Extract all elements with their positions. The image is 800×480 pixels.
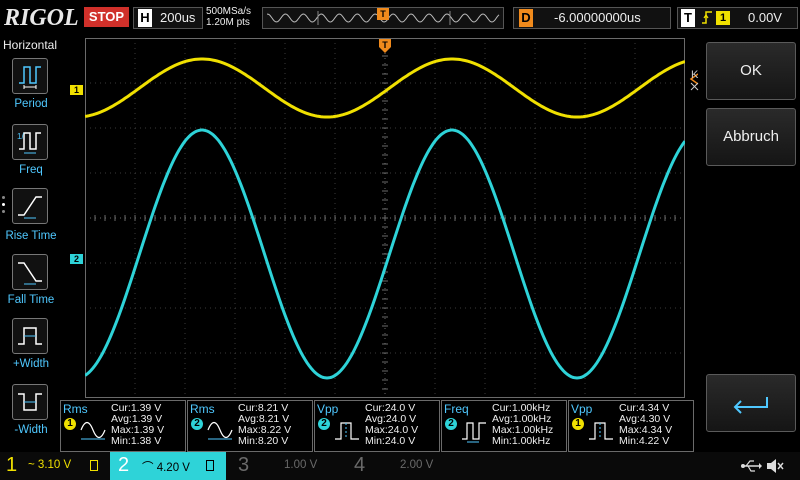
measurement-freq-ch2[interactable]: Freq 2 Cur:1.00kHz Avg:1.00kHz Max:1.00k… [441, 400, 567, 452]
measurement-rms-ch2[interactable]: Rms 2 Cur:8.21 V Avg:8.21 V Max:8.22 V M… [187, 400, 313, 452]
enter-icon [733, 397, 768, 414]
channel-number: 4 [354, 454, 366, 476]
channel-chip: 2 [318, 418, 330, 430]
memory-position-strip[interactable]: T [262, 7, 504, 29]
measurement-vpp-ch1[interactable]: Vpp 1 Cur:4.34 V Avg:4.30 V Max:4.34 V M… [568, 400, 694, 452]
waveform-display[interactable] [84, 37, 687, 399]
top-status-bar: RIGOL STOP H 200us 500MSa/s 1.20M pts T … [0, 0, 800, 38]
channel-chip: 2 [191, 418, 203, 430]
channel-3-status[interactable]: 3 1.00 V [226, 452, 344, 480]
measurement-min: Min:24.0 V [365, 435, 416, 447]
period-icon [19, 66, 41, 89]
rise-time-button[interactable] [12, 188, 48, 224]
timebase-label: H [138, 9, 152, 27]
period-button[interactable] [12, 58, 48, 94]
sound-muted-icon[interactable] [766, 458, 784, 474]
positive-width-button[interactable] [12, 318, 48, 354]
delay-box[interactable]: D -6.00000000us [513, 7, 671, 29]
timebase-value: 200us [160, 10, 196, 25]
close-icon[interactable]: K [690, 64, 700, 94]
ok-label: OK [740, 62, 762, 79]
measurement-name: Rms [190, 402, 215, 416]
channel-2-status[interactable]: 2 ⌒ 4.20 V [110, 452, 226, 480]
scroll-indicator [2, 196, 6, 220]
pulse-icon [589, 422, 613, 440]
cancel-label: Abbruch [723, 128, 779, 145]
sample-rate: 500MSa/s [206, 6, 252, 17]
channel-chip: 2 [445, 418, 457, 430]
measurement-name: Freq [444, 402, 469, 416]
delay-label: D [519, 9, 533, 27]
rising-edge-icon [700, 9, 714, 30]
horizontal-measure-menu: Horizontal Period 1/ Freq Rise Time Fall… [0, 38, 62, 450]
channel-number: 2 [118, 454, 130, 476]
frequency-button[interactable]: 1/ [12, 124, 48, 160]
sine-icon [207, 421, 233, 440]
channel-chip: 1 [572, 418, 584, 430]
channel-4-status[interactable]: 4 2.00 V [344, 452, 464, 480]
pulse-icon [335, 422, 359, 440]
positive-width-icon [18, 327, 42, 345]
measurement-min: Min:4.22 V [619, 435, 670, 447]
enter-button[interactable] [706, 374, 796, 432]
positive-width-label: +Width [12, 358, 50, 370]
fall-time-icon [18, 262, 42, 285]
graticule [84, 37, 687, 399]
channel-scale: ⌒ 4.20 V [142, 462, 190, 474]
channel-chip: 1 [64, 418, 76, 430]
channel-number: 1 [6, 454, 18, 476]
measurement-rms-ch1[interactable]: Rms 1 Cur:1.39 V Avg:1.39 V Max:1.39 V M… [60, 400, 186, 452]
trigger-time-marker: T [379, 39, 391, 53]
channel-1-status[interactable]: 1 ~ 3.10 V [0, 452, 110, 480]
dialog-panel: K OK Abbruch [690, 38, 800, 450]
channel-2-offset-marker[interactable]: 2 [70, 254, 83, 264]
channel-scale: 2.00 V [400, 459, 434, 471]
sine-icon [80, 421, 106, 440]
coupling-icon [90, 460, 98, 471]
menu-title: Horizontal [3, 38, 58, 52]
cancel-button[interactable]: Abbruch [706, 108, 796, 166]
trigger-source: 1 [716, 11, 730, 25]
channel-number: 3 [238, 454, 250, 476]
trigger-label: T [681, 9, 695, 27]
measurement-min: Min:1.00kHz [492, 435, 551, 447]
frequency-label: Freq [19, 164, 43, 176]
negative-width-label: -Width [14, 424, 48, 436]
trigger-position-marker: T [377, 8, 389, 20]
measurement-name: Rms [63, 402, 88, 416]
acquisition-info: 500MSa/s 1.20M pts [206, 6, 251, 28]
channel-1-offset-marker[interactable]: 1 [70, 85, 83, 95]
delay-value: -6.00000000us [554, 10, 641, 25]
measurement-name: Vpp [571, 402, 593, 416]
svg-text:K: K [691, 69, 699, 81]
run-stop-status[interactable]: STOP [84, 7, 129, 27]
measurement-name: Vpp [317, 402, 339, 416]
rise-time-icon [18, 196, 42, 219]
fall-time-label: Fall Time [7, 294, 55, 306]
timebase-box[interactable]: H 200us [133, 7, 203, 29]
channel-scale: 1.00 V [284, 459, 318, 471]
svg-text:T: T [382, 40, 388, 50]
trigger-box[interactable]: T 1 0.00V [677, 7, 798, 29]
rise-time-label: Rise Time [5, 230, 57, 242]
period-label: Period [14, 98, 48, 110]
channel-scale: ~ 3.10 V [28, 459, 72, 471]
measurement-min: Min:8.20 V [238, 435, 289, 447]
trigger-level: 0.00V [748, 10, 782, 25]
usb-icon [740, 458, 762, 474]
measurement-min: Min:1.38 V [111, 435, 162, 447]
coupling-icon [206, 460, 214, 471]
frequency-icon [462, 422, 486, 443]
ok-button[interactable]: OK [706, 42, 796, 100]
svg-text:1/: 1/ [17, 132, 24, 141]
negative-width-button[interactable] [12, 384, 48, 420]
negative-width-icon [18, 393, 42, 411]
channel-status-bar: 1 ~ 3.10 V 2 ⌒ 4.20 V 3 1.00 V 4 2.00 V [0, 452, 800, 480]
frequency-icon: 1/ [17, 132, 41, 154]
measurement-vpp-ch2[interactable]: Vpp 2 Cur:24.0 V Avg:24.0 V Max:24.0 V M… [314, 400, 440, 452]
fall-time-button[interactable] [12, 254, 48, 290]
brand-logo: RIGOL [4, 5, 79, 31]
memory-depth: 1.20M pts [206, 17, 250, 28]
